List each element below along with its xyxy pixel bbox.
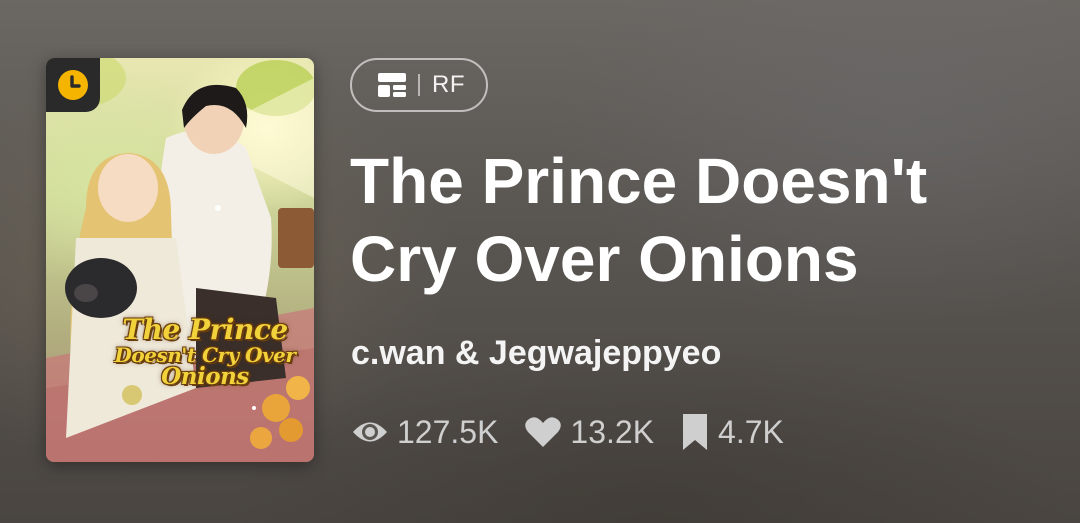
clock-icon	[58, 70, 88, 100]
cover-title-line: Doesn't Cry Over	[114, 342, 296, 367]
likes-stat: 13.2K	[524, 414, 654, 451]
bookmark-icon	[683, 414, 708, 450]
cover-title-line: The Prince	[122, 313, 288, 346]
likes-count: 13.2K	[570, 413, 655, 450]
stats-row: 127.5K 13.2K 4.7K	[351, 410, 810, 454]
bookmarks-stat: 4.7K	[680, 414, 784, 451]
views-count: 127.5K	[397, 413, 499, 450]
series-authors[interactable]: c.wan & Jegwajeppyeo	[351, 334, 721, 373]
pill-divider	[418, 74, 420, 96]
cover-title-art: The Prince Doesn't Cry Over Onions	[100, 313, 310, 390]
layout-icon	[378, 73, 406, 97]
cover-artwork	[46, 58, 314, 462]
genre-tag[interactable]: RF	[350, 58, 488, 112]
series-title: The Prince Doesn't Cry Over Onions	[350, 145, 928, 295]
clock-badge	[46, 58, 100, 112]
cover-title-line: Onions	[161, 362, 249, 390]
bookmarks-count: 4.7K	[718, 413, 784, 450]
views-stat: 127.5K	[351, 414, 498, 451]
eye-icon	[353, 422, 387, 442]
heart-icon	[525, 417, 562, 447]
cover-image[interactable]: The Prince Doesn't Cry Over Onions	[46, 58, 314, 462]
genre-label: RF	[432, 71, 465, 98]
